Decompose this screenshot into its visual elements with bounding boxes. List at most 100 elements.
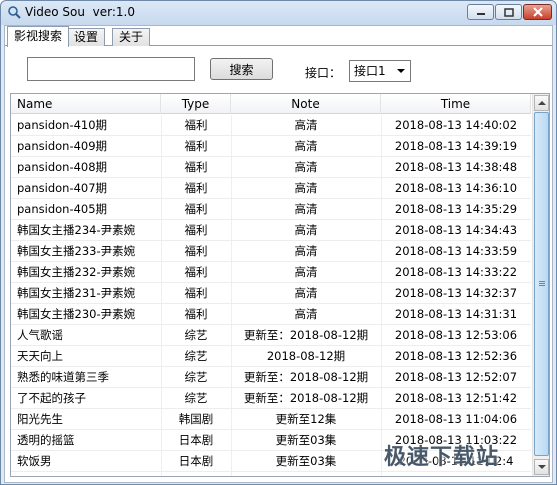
cell-type: 福利 [184, 307, 208, 321]
table-row[interactable]: 韩国女主播234-尹素婉 福利 高清 2018-08-13 14:34:43 [11, 220, 531, 241]
cell-name: pansidon-410期 [17, 118, 108, 132]
cell-type: 福利 [184, 181, 208, 195]
table-row[interactable]: 了不起的孩子 综艺 更新至：2018-08-12期 2018-08-13 12:51:… [11, 388, 531, 409]
tab-settings[interactable]: 设置 [67, 28, 106, 46]
cell-time: 2018-08-13 14:35:29 [394, 202, 518, 216]
cell-note: 高清 [294, 181, 318, 195]
table-row[interactable]: 韩国女主播230-尹素婉 福利 高清 2018-08-13 14:31:31 [11, 304, 531, 325]
minimize-button[interactable] [467, 4, 494, 20]
grip-icon [539, 281, 545, 282]
cell-time: 2018-08-13 14:33:59 [394, 244, 518, 258]
cell-type: 福利 [184, 223, 208, 237]
cell-time: 2018-08-13 14:34:43 [394, 223, 518, 237]
cell-name: 天天向上 [17, 349, 63, 363]
close-button[interactable] [523, 4, 552, 20]
list-header: Name Type Note Time [11, 94, 531, 114]
cell-time: 2018-08-13 14:33:22 [394, 265, 518, 279]
cell-note: 更新至12集 [275, 412, 337, 426]
cell-type: 福利 [184, 118, 208, 132]
cell-note: 高清 [294, 160, 318, 174]
cell-note: 高清 [294, 139, 318, 153]
cell-time: 2018-08-13 14:31:31 [394, 307, 518, 321]
cell-note: 高清 [294, 118, 318, 132]
table-row[interactable]: 天天向上 综艺 2018-08-12期 2018-08-13 12:52:36 [11, 346, 531, 367]
cell-note: 高清 [294, 286, 318, 300]
cell-note: 更新至03集 [275, 433, 337, 447]
cell-note: 更新至03集 [275, 454, 337, 468]
cell-type: 韩国剧 [178, 412, 214, 426]
cell-note: 更新至：2018-08-12期 [243, 370, 369, 384]
scroll-down-arrow-icon[interactable] [534, 459, 549, 475]
cell-name: 韩国女主播234-尹素婉 [17, 223, 136, 237]
table-row[interactable]: pansidon-407期 福利 高清 2018-08-13 14:36:10 [11, 178, 531, 199]
cell-name: pansidon-405期 [17, 202, 108, 216]
chevron-down-icon [397, 69, 405, 73]
main-panel: 影视搜索 设置 关于 搜索 接口： 接口1 Name Type Note Tim… [4, 25, 553, 483]
cell-type: 综艺 [184, 391, 208, 405]
search-input[interactable] [27, 57, 195, 81]
watermark-logo: 极速下载站 [384, 445, 500, 470]
cell-time: 2018-08-13 12:53:06 [394, 328, 518, 342]
table-row[interactable]: 熟悉的味道第三季 综艺 更新至：2018-08-12期 2018-08-13 12:5… [11, 367, 531, 388]
list-rows: pansidon-410期 福利 高清 2018-08-13 14:40:02 pans… [11, 115, 531, 472]
tab-about[interactable]: 关于 [112, 28, 151, 46]
cell-note: 更新至：2018-08-12期 [243, 391, 369, 405]
cell-note: 2018-08-12期 [266, 349, 346, 363]
cell-time: 2018-08-13 14:38:48 [394, 160, 518, 174]
cell-name: 软饭男 [17, 454, 52, 468]
cell-time: 2018-08-13 12:52:07 [394, 370, 518, 384]
close-icon [532, 7, 543, 17]
cell-note: 高清 [294, 307, 318, 321]
cell-note: 高清 [294, 244, 318, 258]
cell-type: 福利 [184, 139, 208, 153]
cell-type: 综艺 [184, 349, 208, 363]
cell-time: 2018-08-13 12:51:42 [394, 391, 518, 405]
cell-name: 阳光先生 [17, 412, 63, 426]
cell-time: 2018-08-13 14:36:10 [394, 181, 518, 195]
column-header-note[interactable]: Note [231, 94, 381, 114]
scroll-up-arrow-icon[interactable] [534, 95, 549, 111]
vertical-scrollbar[interactable] [532, 94, 549, 476]
cell-type: 福利 [184, 160, 208, 174]
column-header-time[interactable]: Time [381, 94, 531, 114]
cell-name: pansidon-409期 [17, 139, 108, 153]
cell-name: 了不起的孩子 [17, 391, 86, 405]
cell-time: 2018-08-13 14:39:19 [394, 139, 518, 153]
scrollbar-thumb[interactable] [534, 112, 549, 456]
title-bar[interactable]: Video Sou ver:1.0 [1, 1, 556, 25]
window-title: Video Sou ver:1.0 [25, 5, 135, 19]
cell-name: pansidon-408期 [17, 160, 108, 174]
cell-type: 福利 [184, 286, 208, 300]
cell-time: 2018-08-13 11:04:06 [394, 412, 518, 426]
cell-name: 韩国女主播230-尹素婉 [17, 307, 136, 321]
results-list[interactable]: Name Type Note Time pansidon-410期 福利 高清 201… [10, 93, 550, 477]
cell-name: 熟悉的味道第三季 [17, 370, 109, 384]
table-row[interactable]: pansidon-405期 福利 高清 2018-08-13 14:35:29 [11, 199, 531, 220]
table-row[interactable]: pansidon-410期 福利 高清 2018-08-13 14:40:02 [11, 115, 531, 136]
column-header-name[interactable]: Name [11, 94, 161, 114]
interface-label: 接口： [305, 66, 342, 80]
table-row[interactable]: 人气歌谣 综艺 更新至：2018-08-12期 2018-08-13 12:53:06 [11, 325, 531, 346]
cell-name: pansidon-407期 [17, 181, 108, 195]
table-row[interactable]: 韩国女主播232-尹素婉 福利 高清 2018-08-13 14:33:22 [11, 262, 531, 283]
cell-name: 韩国女主播233-尹素婉 [17, 244, 136, 258]
search-button[interactable]: 搜索 [210, 58, 273, 80]
cell-type: 福利 [184, 202, 208, 216]
app-window: Video Sou ver:1.0 影视搜索 设置 关于 搜索 接口： 接口1 … [0, 0, 557, 485]
table-row[interactable]: 韩国女主播233-尹素婉 福利 高清 2018-08-13 14:33:59 [11, 241, 531, 262]
maximize-icon [503, 7, 514, 17]
cell-name: 透明的摇篮 [17, 433, 75, 447]
table-row[interactable]: pansidon-408期 福利 高清 2018-08-13 14:38:48 [11, 157, 531, 178]
table-row[interactable]: pansidon-409期 福利 高清 2018-08-13 14:39:19 [11, 136, 531, 157]
column-header-type[interactable]: Type [161, 94, 231, 114]
cell-type: 综艺 [184, 328, 208, 342]
cell-name: 韩国女主播232-尹素婉 [17, 265, 136, 279]
tab-video-search[interactable]: 影视搜索 [7, 26, 70, 47]
maximize-button[interactable] [495, 4, 522, 20]
cell-note: 高清 [294, 265, 318, 279]
cell-note: 高清 [294, 223, 318, 237]
table-row[interactable]: 阳光先生 韩国剧 更新至12集 2018-08-13 11:04:06 [11, 409, 531, 430]
interface-select[interactable]: 接口1 [349, 60, 411, 82]
table-row[interactable]: 韩国女主播231-尹素婉 福利 高清 2018-08-13 14:32:37 [11, 283, 531, 304]
cell-name: 韩国女主播231-尹素婉 [17, 286, 136, 300]
